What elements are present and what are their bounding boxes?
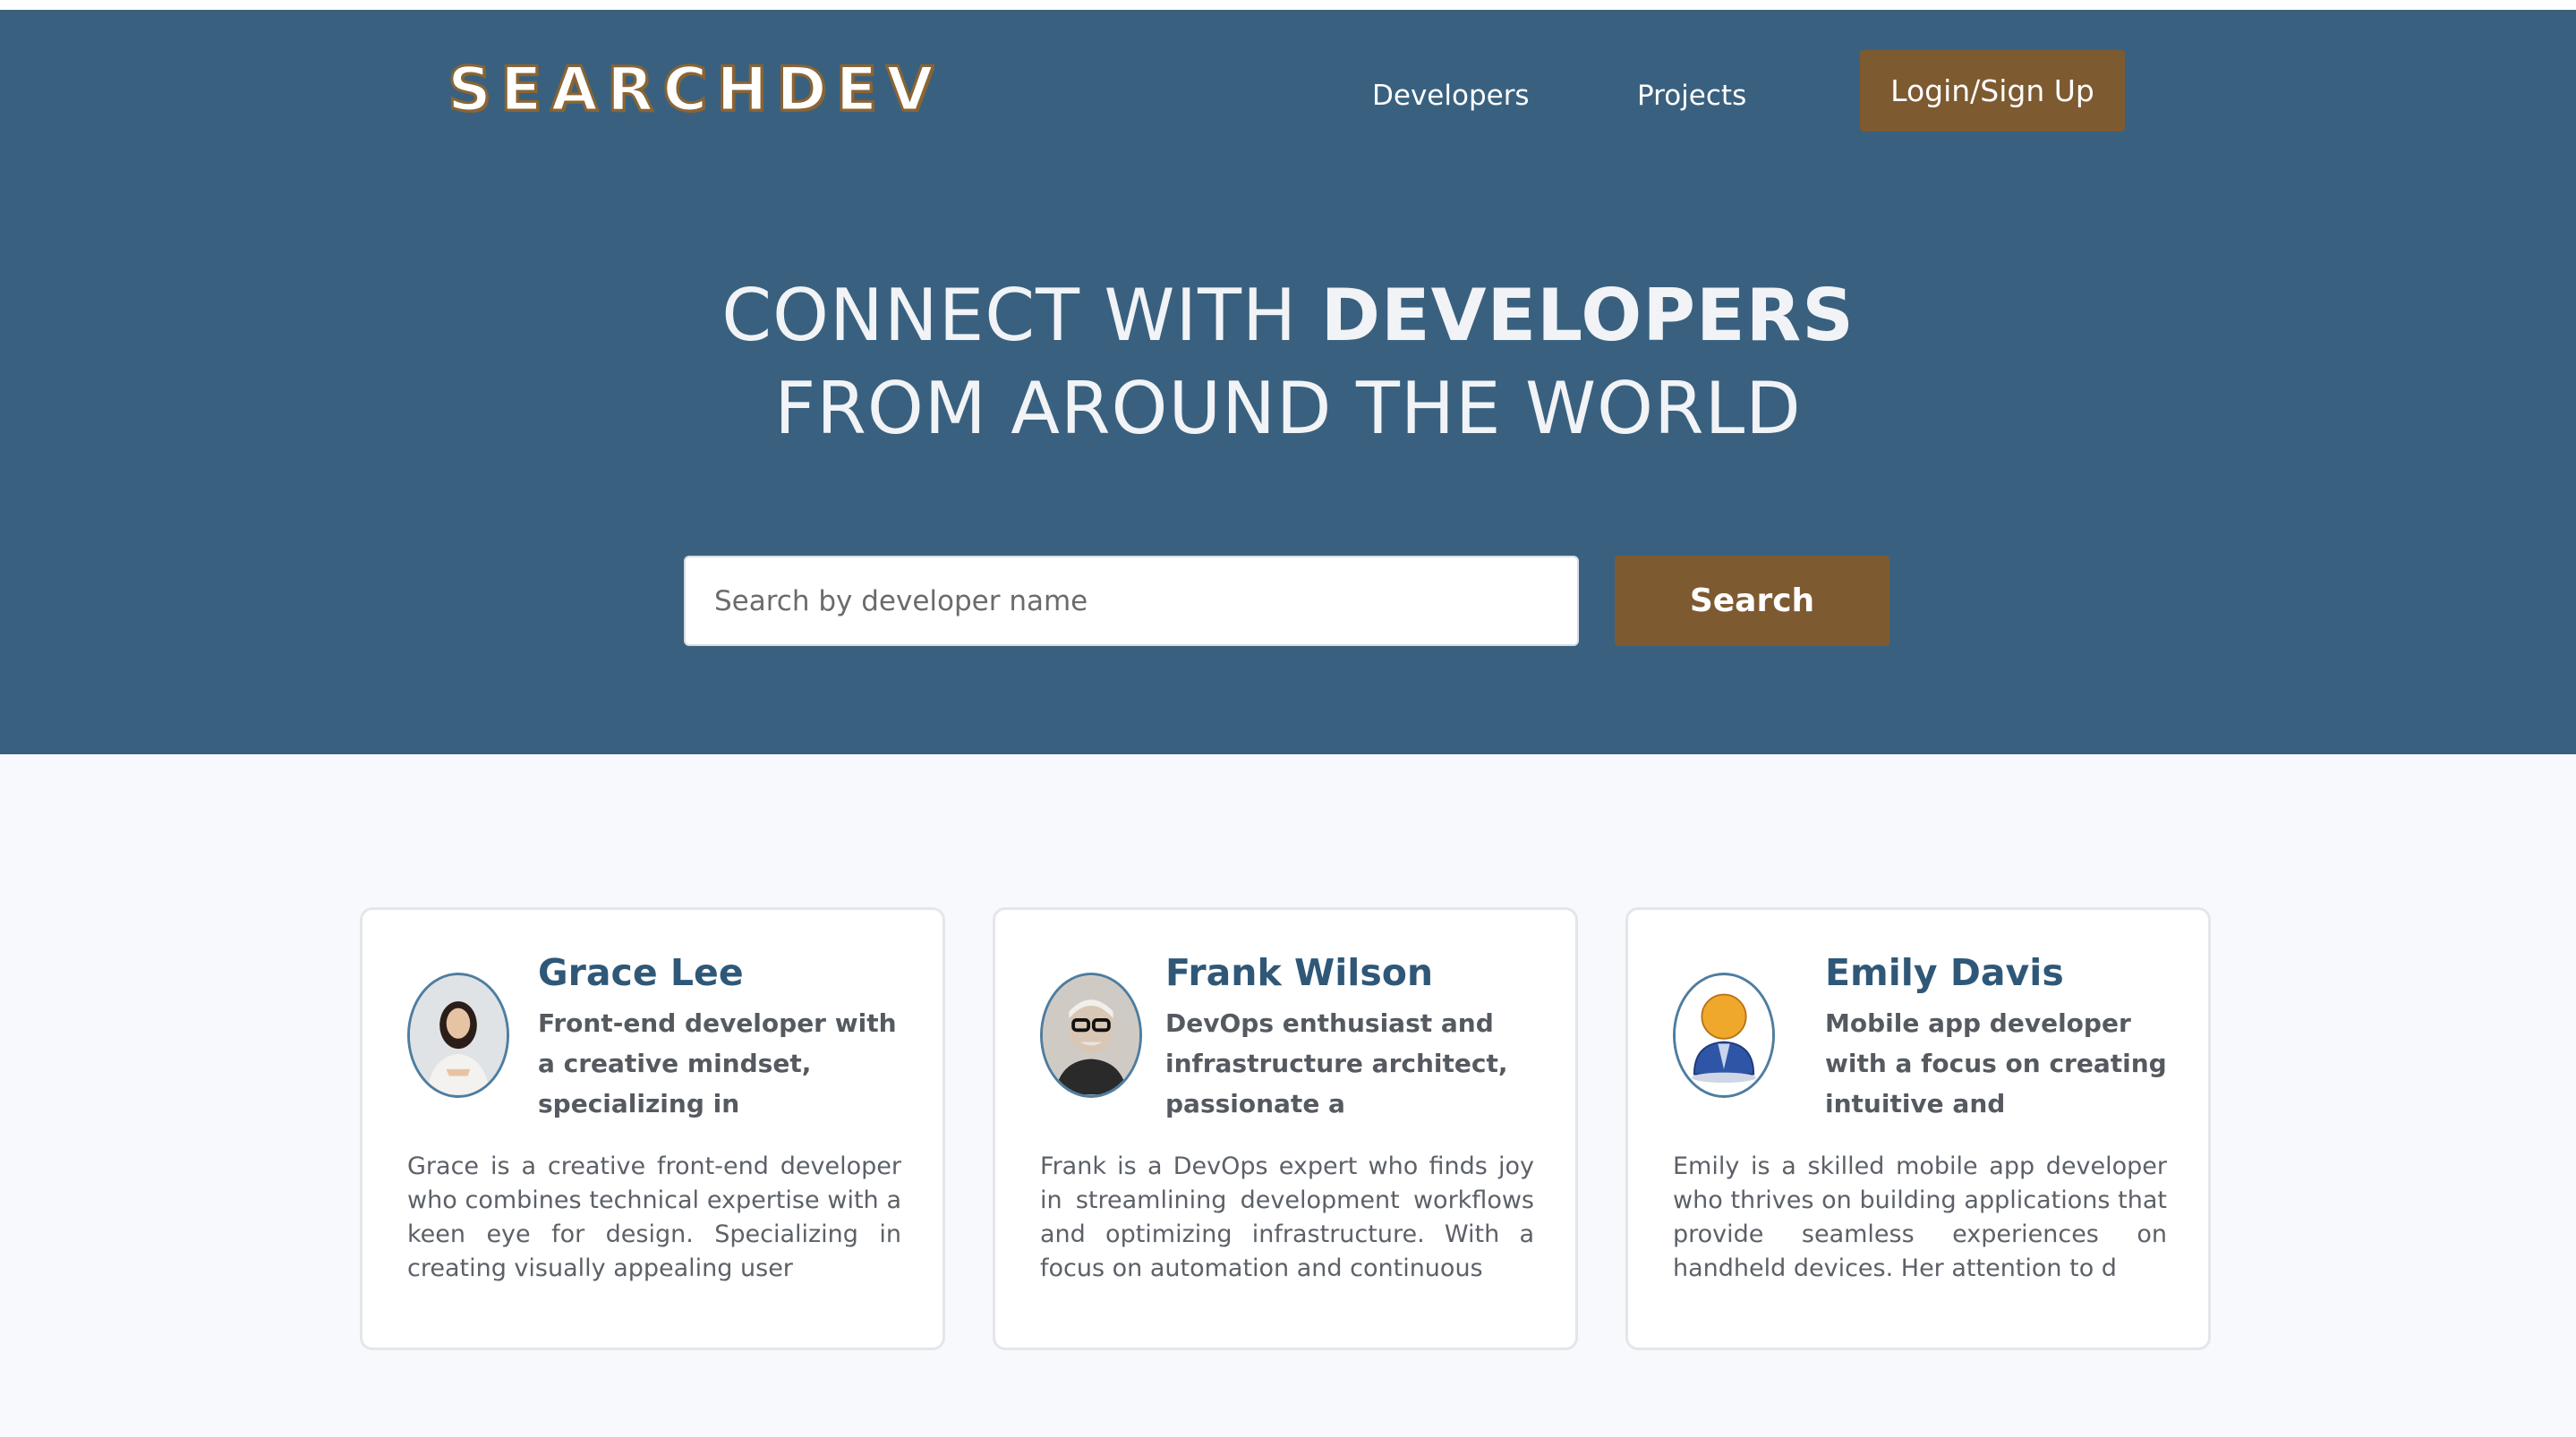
site-logo[interactable]: SEARCHDEV <box>447 54 943 127</box>
developer-role: Front-end developer with a creative mind… <box>538 1008 897 1118</box>
avatar <box>1040 973 1142 1098</box>
developer-name[interactable]: Frank Wilson <box>1165 951 1433 994</box>
headline-line2: FROM AROUND THE WORLD <box>774 367 1802 450</box>
man-photo-icon <box>1043 975 1139 1095</box>
headline-bold: DEVELOPERS <box>1320 274 1855 357</box>
hero-headline: CONNECT WITH DEVELOPERS FROM AROUND THE … <box>0 269 2576 455</box>
nav-projects[interactable]: Projects <box>1637 80 1746 112</box>
developer-bio: Grace is a creative front-end developer … <box>407 1152 901 1282</box>
top-strip <box>0 0 2576 10</box>
login-signup-button[interactable]: Login/Sign Up <box>1860 50 2125 132</box>
developer-card[interactable]: Frank Wilson DevOps enthusiast and infra… <box>993 907 1578 1350</box>
avatar <box>1673 973 1775 1098</box>
headline-light: CONNECT WITH <box>721 274 1321 357</box>
hero-section: SEARCHDEV Developers Projects Login/Sign… <box>0 10 2576 754</box>
developer-card[interactable]: Grace Lee Front-end developer with a cre… <box>360 907 945 1350</box>
developer-bio: Emily is a skilled mobile app developer … <box>1673 1152 2167 1282</box>
developer-bio: Frank is a DevOps expert who finds joy i… <box>1040 1152 1534 1282</box>
nav-developers[interactable]: Developers <box>1372 80 1530 112</box>
avatar <box>407 973 509 1098</box>
developer-role: Mobile app developer with a focus on cre… <box>1825 1008 2167 1118</box>
developer-name[interactable]: Emily Davis <box>1825 951 2064 994</box>
search-button[interactable]: Search <box>1615 556 1889 646</box>
developer-card[interactable]: Emily Davis Mobile app developer with a … <box>1625 907 2211 1350</box>
developer-role: DevOps enthusiast and infrastructure arc… <box>1165 1008 1508 1118</box>
developer-name[interactable]: Grace Lee <box>538 951 744 994</box>
developer-search-input[interactable] <box>684 556 1579 646</box>
woman-photo-icon <box>410 975 507 1095</box>
default-user-icon <box>1676 975 1772 1095</box>
